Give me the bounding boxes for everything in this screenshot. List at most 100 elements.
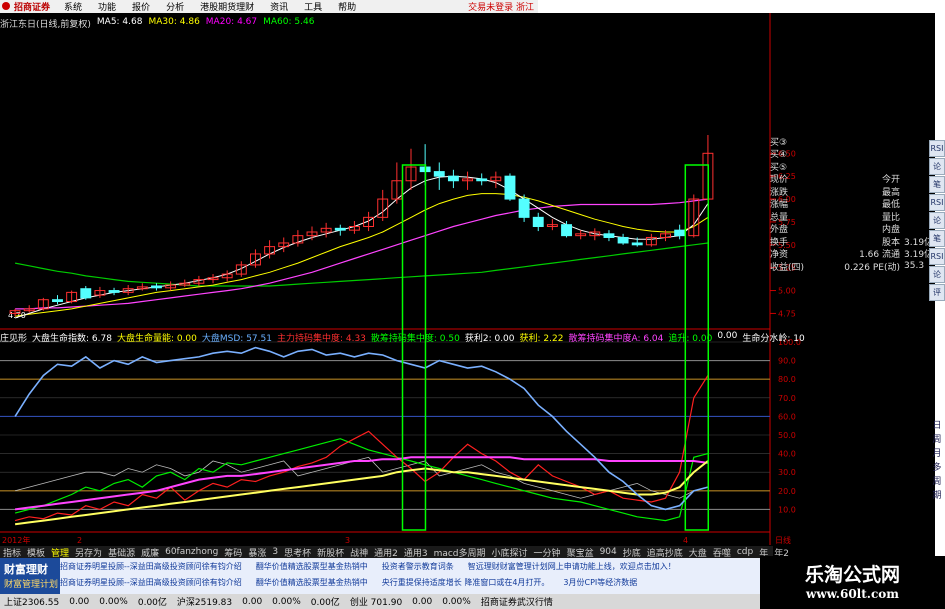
info-mid: 股本 (881, 237, 900, 248)
news-link[interactable]: 投资者警示教育词条 (382, 561, 454, 573)
status-item: 0.00亿 (137, 598, 167, 608)
news-link[interactable]: 翻华价值精选股票型基金热销中 (256, 577, 368, 589)
indicator-tab[interactable]: 暴涨 (248, 546, 266, 559)
indicator-axis-label: 60.0 (778, 412, 796, 421)
indicator-value: 追升: 0.00 (668, 334, 713, 344)
info-label: 现价 (770, 175, 789, 186)
info-mid: 1.66 流通 (859, 250, 900, 261)
indicator-name: 庄见形 (0, 334, 28, 344)
info-label: 涨幅 (770, 200, 789, 211)
indicator-tab[interactable]: 一分钟 (534, 546, 561, 559)
side-tab[interactable]: 论 (929, 212, 945, 229)
indicator-tab[interactable]: cdp (737, 547, 753, 557)
indicator-tab[interactable]: 3 (272, 547, 278, 557)
indicator-value: 散筹持码集中度A: 6.04 (568, 334, 664, 344)
period-tab[interactable]: 周 (931, 474, 943, 488)
price-axis-label: 5.00 (778, 287, 796, 296)
indicator-tab[interactable]: 抄底 (623, 546, 641, 559)
indicator-tab[interactable]: 管理 (51, 546, 69, 559)
side-tab[interactable]: RSI (929, 194, 945, 211)
indicator-tab[interactable]: 60fanzhong (165, 547, 218, 557)
info-mid: 内盘 (881, 225, 900, 236)
info-label: 买⑤ (770, 162, 788, 173)
info-label: 收益(四) (770, 262, 805, 273)
quote-info-panel: 买③ 买④ 买⑤ 现价 今开 涨跌 最高 涨幅 最低 总量 量比 外盘 内盘 换手 股本 3.19亿 净资 1.6… (770, 135, 935, 273)
side-tab-strip: RSI 论笔 RSI 论笔 RSI 论评 (929, 140, 945, 302)
status-item: 创业 701.90 (349, 598, 403, 608)
indicator-value: 散筹持码集中度: 0.50 (370, 334, 460, 344)
chart-canvas[interactable]: 6.506.256.005.755.505.255.004.754.70100.… (0, 0, 945, 609)
info-mid: 今开 (881, 175, 900, 186)
indicator-value: 获利2: 0.00 (464, 334, 515, 344)
candle-down (518, 198, 530, 218)
indicator-tab[interactable]: 威廉 (141, 546, 159, 559)
wealth-banner[interactable]: 财富理财 财富管理计划 (0, 558, 60, 594)
period-tab[interactable]: 多 (931, 460, 943, 474)
ind-red-line (14, 375, 709, 522)
status-item: 沪深2519.83 (176, 598, 233, 608)
side-tab[interactable]: RSI (929, 140, 945, 157)
info-row: 现价 今开 (770, 173, 935, 186)
info-row: 净资 1.66 流通 3.19亿 (770, 248, 935, 261)
side-tab[interactable]: 评 (929, 284, 945, 301)
indicator-tab[interactable]: 战神 (350, 546, 368, 559)
side-tab[interactable]: 论 (929, 158, 945, 175)
indicator-tab[interactable]: 新股杯 (317, 546, 344, 559)
candle-down (674, 229, 686, 237)
indicator-value: 大盘生命量能: 0.00 (116, 334, 197, 344)
date-label: 日线 (775, 535, 791, 545)
info-mid: 量比 (881, 212, 900, 223)
status-item: 0.00% (99, 596, 128, 607)
indicator-tab[interactable]: 筹码 (224, 546, 242, 559)
indicator-axis-label: 30.0 (778, 468, 796, 477)
news-link[interactable]: 翻华价值精选股票型基金热销中 (256, 561, 368, 573)
indicator-tab[interactable]: 通用3 (404, 546, 428, 559)
news-link[interactable]: 央行重提保持适度增长 降准窗口或在4月打开。 (382, 577, 550, 589)
status-item: 上证2306.55 (4, 598, 60, 608)
side-tab[interactable]: 笔 (929, 230, 945, 247)
ind-magenta-line (14, 456, 709, 511)
indicator-tab[interactable]: macd多周期 (434, 546, 486, 559)
indicator-tab[interactable]: 吞噬 (713, 546, 731, 559)
side-tab[interactable]: 论 (929, 266, 945, 283)
news-link[interactable]: 招商证券明星投顾--深益田高级投资顾问徐有钧介绍 (60, 561, 242, 573)
watermark-url: www.60lt.com (806, 587, 899, 601)
indicator-value: 大盘MSD: 57.51 (201, 334, 272, 344)
period-tab[interactable]: 日 (931, 418, 943, 432)
candle-down (80, 288, 92, 299)
indicator-tab[interactable]: 904 (600, 547, 617, 557)
indicator-tab[interactable]: 另存为 (75, 546, 102, 559)
indicator-tab[interactable]: 思考杯 (284, 546, 311, 559)
period-tab[interactable]: 周 (931, 432, 943, 446)
side-tab[interactable]: RSI (929, 248, 945, 265)
indicator-axis-label: 10.0 (778, 505, 796, 514)
news-link[interactable]: 智远理财财富管理计划网上申请功能上线，欢迎点击加入！ (468, 561, 676, 573)
indicator-tab[interactable]: 聚宝盆 (567, 546, 594, 559)
candle-down (476, 178, 488, 182)
info-mid: 最高 (881, 187, 900, 198)
date-label: 2 (77, 536, 82, 545)
info-label: 净资 (770, 250, 789, 261)
news-link[interactable]: 3月份CPI等经济数据 (563, 577, 637, 589)
indicator-tab[interactable]: 大盘 (689, 546, 707, 559)
indicator-value: 生命分水岭: 10 (742, 334, 805, 344)
side-tab[interactable]: 笔 (929, 176, 945, 193)
news-link[interactable]: 招商证券明星投顾--深益田高级投资顾问徐有钧介绍 (60, 577, 242, 589)
indicator-tab[interactable]: 小底探讨 (492, 546, 528, 559)
status-item: 0.00 (242, 596, 263, 607)
wealth-banner-sub: 财富管理计划 (4, 580, 59, 590)
indicator-tab[interactable]: 指标 (3, 546, 21, 559)
indicator-tab[interactable]: 基础源 (108, 546, 135, 559)
indicator-tab[interactable]: 通用2 (374, 546, 398, 559)
info-value: 35.3 (904, 261, 925, 272)
status-item: 0.00% (272, 596, 301, 607)
indicator-tab[interactable]: 模板 (27, 546, 45, 559)
status-bar: 上证2306.55 0.00 0.00% 0.00亿 沪深2519.83 0.00 0.00… (0, 594, 764, 609)
period-tab[interactable]: 月 (931, 446, 943, 460)
info-row: 收益(四) 0.226 PE(动) 35.3 (770, 260, 935, 273)
date-label: 4 (683, 536, 688, 545)
indicator-axis-label: 20.0 (778, 487, 796, 496)
period-tab[interactable]: 期 (931, 488, 943, 502)
indicator-tab[interactable]: 追高抄底 (647, 546, 683, 559)
info-mid: 最低 (881, 200, 900, 211)
